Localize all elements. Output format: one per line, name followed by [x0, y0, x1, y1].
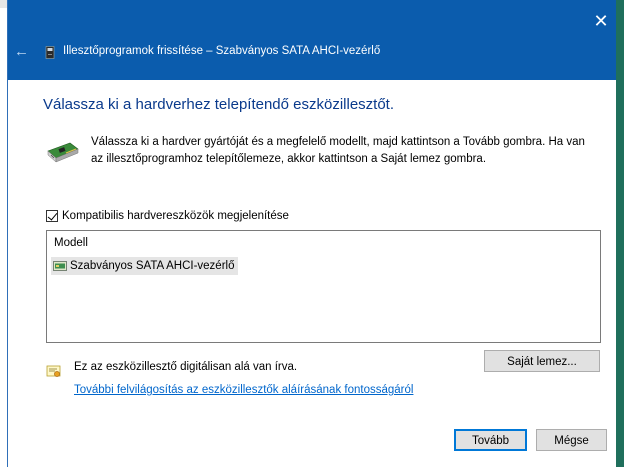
hardware-card-icon: [47, 142, 79, 163]
page-heading: Válassza ki a hardverhez telepítendő esz…: [43, 96, 395, 113]
compatible-hardware-checkbox[interactable]: Kompatibilis hardvereszközök megjeleníté…: [46, 208, 289, 224]
back-arrow-icon[interactable]: ←: [14, 44, 30, 60]
signature-status-text: Ez az eszközillesztő digitálisan alá van…: [74, 361, 298, 373]
wizard-title: Illesztőprogramok frissítése – Szabványo…: [63, 45, 381, 57]
controller-icon: [53, 261, 67, 271]
close-icon[interactable]: ✕: [592, 12, 610, 30]
cancel-button[interactable]: Mégse: [536, 429, 607, 451]
compatible-hardware-label: Kompatibilis hardvereszközök megjeleníté…: [62, 210, 289, 222]
signature-certificate-icon: [46, 365, 61, 377]
checkbox-check-icon[interactable]: [46, 210, 58, 222]
list-item-label: Szabványos SATA AHCI-vezérlő: [70, 260, 235, 272]
list-item[interactable]: Szabványos SATA AHCI-vezérlő: [51, 257, 239, 275]
have-disk-button[interactable]: Saját lemez...: [484, 350, 600, 372]
model-listbox[interactable]: Modell Szabványos SATA AHCI-vezérlő: [46, 230, 601, 343]
wizard-device-icon: [45, 46, 55, 59]
signature-info-link[interactable]: További felvilágosítás az eszközillesztő…: [74, 384, 413, 396]
title-bar: ✕ ← Illesztőprogramok frissítése – Szabv…: [8, 0, 616, 80]
next-button[interactable]: Tovább: [454, 429, 527, 451]
model-column-header: Modell: [54, 237, 88, 249]
update-driver-wizard-window: ✕ ← Illesztőprogramok frissítése – Szabv…: [7, 0, 616, 467]
page-description: Válassza ki a hardver gyártóját és a meg…: [91, 136, 585, 165]
